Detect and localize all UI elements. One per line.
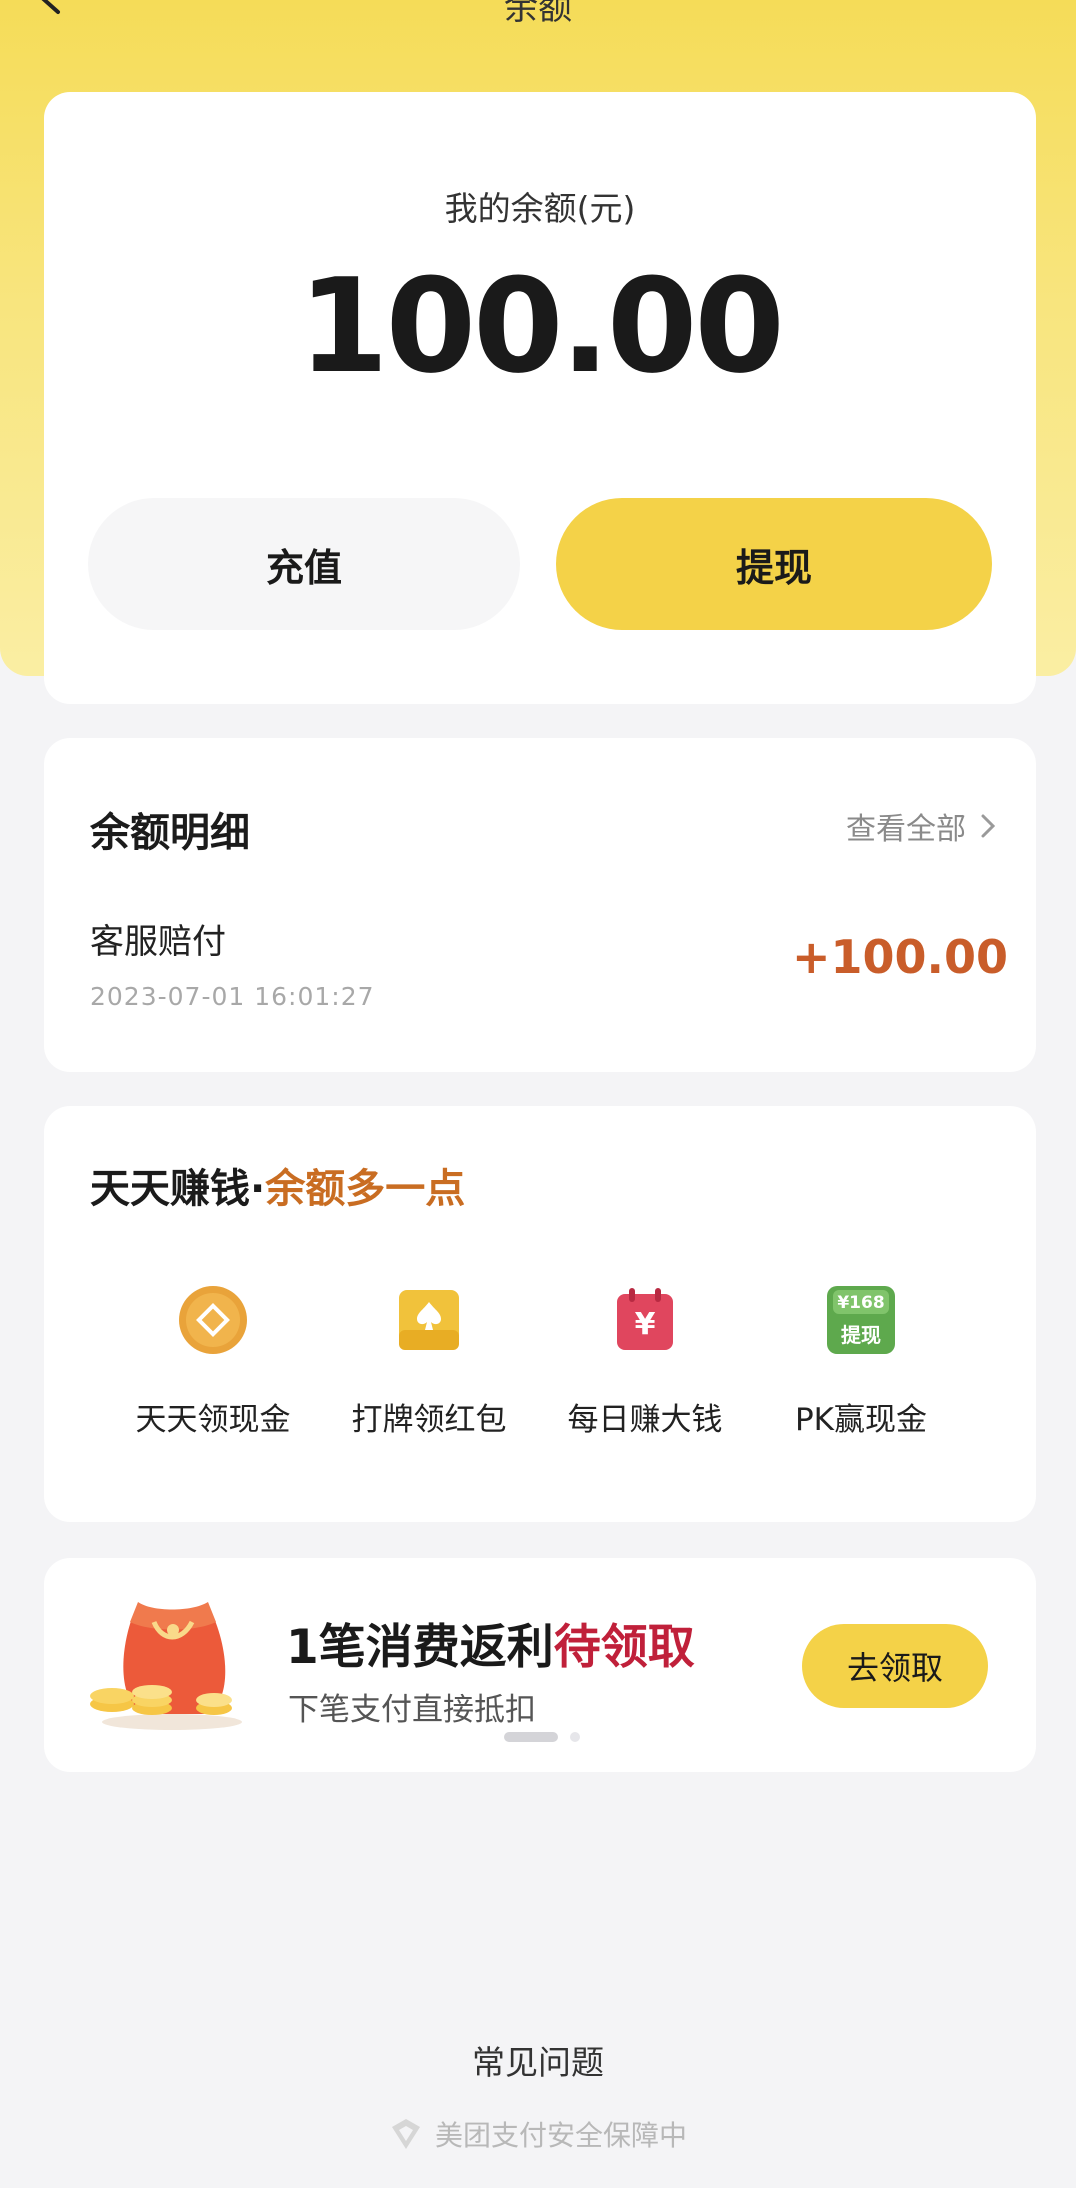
faq-link[interactable]: 常见问题 (0, 2036, 1076, 2084)
badge-bottom-text: 提现 (841, 1323, 881, 1347)
promo-title-accent: 待领取 (553, 1620, 695, 1675)
money-bag-icon (90, 1602, 242, 1730)
carousel-dot (570, 1732, 580, 1742)
chevron-right-icon (981, 814, 996, 838)
transaction-title: 客服赔付 (90, 922, 226, 962)
carousel-dot-active (504, 1732, 558, 1742)
view-all-label: 查看全部 (846, 812, 966, 847)
security-notice: 美团支付安全保障中 (0, 2114, 1076, 2154)
badge-top-text: ¥168 (837, 1293, 884, 1313)
earn-title-main: 天天赚钱· (90, 1166, 266, 1212)
card-icon (399, 1290, 459, 1350)
earn-item-daily-earn[interactable]: ¥ 每日赚大钱 (530, 1284, 760, 1439)
promo-subtitle: 下笔支付直接抵扣 (288, 1692, 536, 1728)
balance-label: 我的余额(元) (444, 189, 636, 228)
earn-item-label: PK赢现金 (794, 1402, 928, 1438)
earn-item-pk-cash[interactable]: ¥168 提现 PK赢现金 (746, 1284, 976, 1439)
recharge-button[interactable]: 充值 (88, 498, 520, 630)
promo-title: 1笔消费返利待领取 (286, 1608, 695, 1677)
earn-item-card-game[interactable]: 打牌领红包 (314, 1284, 544, 1439)
balance-amount: 100.00 (298, 250, 785, 402)
transaction-amount: +100.00 (791, 930, 1008, 984)
transaction-time: 2023-07-01 16:01:27 (90, 982, 375, 1011)
calendar-yuan-icon: ¥ (617, 1288, 673, 1350)
earn-title-accent: 余额多一点 (265, 1166, 466, 1212)
carousel-indicator (504, 1732, 580, 1742)
promo-title-main: 1笔消费返利 (286, 1620, 554, 1675)
earn-item-daily-cash[interactable]: 天天领现金 (98, 1284, 328, 1439)
coin-icon (179, 1286, 247, 1354)
security-text: 美团支付安全保障中 (434, 2119, 687, 2152)
earn-item-label: 打牌领红包 (351, 1402, 507, 1438)
withdraw-168-icon: ¥168 提现 (827, 1286, 895, 1354)
withdraw-button[interactable]: 提现 (556, 498, 992, 630)
earn-item-label: 每日赚大钱 (567, 1402, 723, 1438)
earn-item-label: 天天领现金 (135, 1402, 291, 1438)
earn-money-card: 天天赚钱·余额多一点 天天领现金 打牌领红包 ¥ 每日赚大钱 ¥168 提现 P… (44, 1106, 1036, 1522)
claim-button[interactable]: 去领取 (802, 1624, 988, 1708)
rebate-promo-card[interactable]: 1笔消费返利待领取 下笔支付直接抵扣 去领取 (44, 1558, 1036, 1772)
balance-detail-card: 余额明细 查看全部 客服赔付 2023-07-01 16:01:27 +100.… (44, 738, 1036, 1072)
page-title: 余额 (504, 0, 572, 28)
balance-card: 我的余额(元) 100.00 充值 提现 (44, 92, 1036, 704)
shield-icon (391, 2119, 420, 2149)
svg-text:¥: ¥ (635, 1307, 656, 1342)
balance-detail-title: 余额明细 (90, 810, 250, 856)
view-all-link[interactable]: 查看全部 (846, 804, 996, 848)
earn-title: 天天赚钱·余额多一点 (90, 1156, 465, 1214)
